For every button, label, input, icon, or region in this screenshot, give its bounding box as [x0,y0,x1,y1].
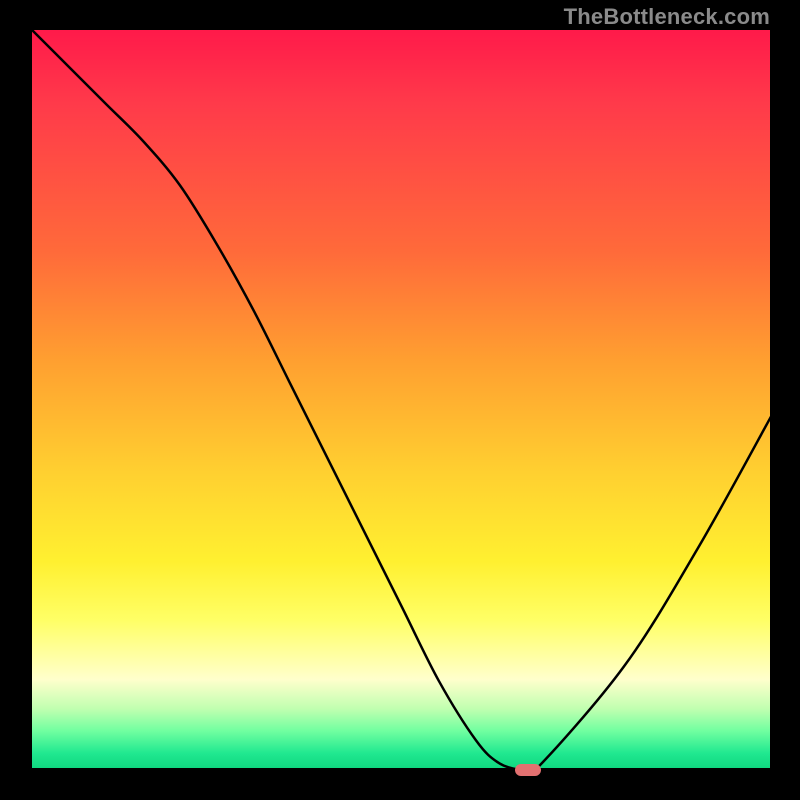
chart-frame: TheBottleneck.com [0,0,800,800]
bottleneck-curve [32,30,772,770]
optimum-marker [515,764,541,776]
plot-area [30,30,770,770]
watermark-text: TheBottleneck.com [564,4,770,30]
line-plot-svg [32,30,772,770]
